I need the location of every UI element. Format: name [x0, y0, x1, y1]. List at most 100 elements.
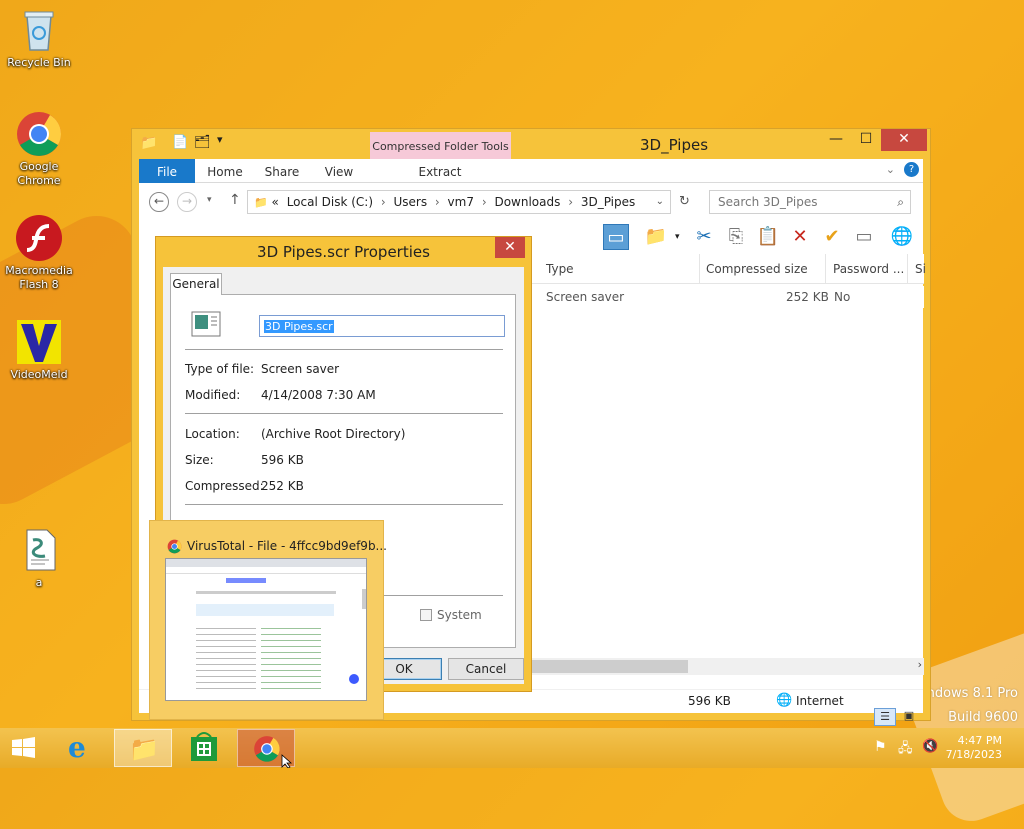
windows-watermark-build: Build 9600 [948, 710, 1018, 725]
forward-arrow-icon[interactable]: → [177, 192, 197, 212]
screensaver-file-icon [191, 311, 221, 337]
recent-locations-icon[interactable]: ▾ [207, 195, 212, 205]
details-view-icon[interactable]: ☰ [874, 708, 896, 726]
dialog-close-button[interactable]: ✕ [495, 237, 525, 258]
rename-icon[interactable]: ▭ [851, 224, 877, 250]
system-checkbox-label: System [437, 608, 482, 622]
thumbnail-page-preview[interactable] [165, 558, 367, 701]
system-checkbox[interactable] [420, 609, 432, 621]
folder-options-dropdown-icon[interactable]: ▾ [675, 232, 680, 242]
status-zone: Internet [796, 694, 844, 708]
tab-general[interactable]: General [170, 273, 222, 295]
desktop-icon-label: Google Chrome [17, 160, 61, 187]
tab-extract[interactable]: Extract [377, 159, 503, 183]
tab-home[interactable]: Home [201, 159, 249, 183]
minimize-button[interactable]: — [821, 129, 851, 151]
properties-quick-icon[interactable]: 📄 [172, 135, 188, 150]
search-input[interactable]: Search 3D_Pipes ⌕ [709, 190, 911, 214]
address-overflow[interactable]: « [272, 195, 279, 209]
desktop-icon-google-chrome[interactable]: Google Chrome [3, 110, 75, 188]
chrome-icon [254, 736, 293, 769]
ribbon-expand-icon[interactable]: ⌄ [886, 163, 895, 176]
address-bar[interactable]: 📁 « Local Disk (C:) › Users › vm7 › Down… [247, 190, 671, 214]
desktop-icon-videomeld[interactable]: VideoMeld [3, 318, 75, 382]
scrollbar-thumb[interactable] [532, 660, 688, 673]
context-tab-compressed-folder-tools: Compressed Folder Tools [370, 132, 511, 159]
value-type-of-file: Screen saver [261, 362, 340, 376]
recycle-bin-icon [15, 6, 63, 54]
breadcrumb-vm7[interactable]: vm7 [448, 195, 474, 209]
column-size[interactable]: Si [915, 262, 926, 276]
file-explorer-icon: 📁 [129, 735, 159, 763]
back-arrow-icon[interactable]: ← [149, 192, 169, 212]
volume-muted-icon[interactable]: 🔇 [922, 739, 938, 754]
taskbar-thumbnail-preview[interactable]: VirusTotal - File - 4ffcc9bd9ef9b... [149, 520, 387, 720]
explorer-titlebar[interactable]: 📁 📄 🗂 ▾ Compressed Folder Tools 3D_Pipes… [132, 129, 930, 159]
large-icons-view-icon[interactable]: ▣ [899, 708, 919, 726]
tab-share[interactable]: Share [259, 159, 305, 183]
desktop-icon-label: Macromedia Flash 8 [5, 264, 73, 291]
help-icon[interactable]: ? [904, 162, 919, 177]
scroll-right-icon[interactable]: › [918, 658, 922, 671]
taskbar-internet-explorer[interactable]: e [54, 729, 112, 767]
column-compressed-size[interactable]: Compressed size [706, 262, 808, 276]
breadcrumb-3d-pipes[interactable]: 3D_Pipes [581, 195, 635, 209]
clock-time: 4:47 PM [957, 734, 1002, 747]
preview-pane-icon[interactable]: ▭ [603, 224, 629, 250]
delete-icon[interactable]: ✕ [787, 224, 813, 250]
taskbar-google-chrome[interactable] [237, 729, 295, 769]
close-button[interactable]: ✕ [881, 129, 927, 151]
status-size: 596 KB [688, 694, 731, 708]
desktop-icon-label: VideoMeld [10, 368, 68, 381]
folder-options-icon[interactable]: 📁 [643, 224, 669, 250]
tab-view[interactable]: View [317, 159, 361, 183]
breadcrumb-users[interactable]: Users [393, 195, 427, 209]
network-icon[interactable]: 🖧 [898, 739, 913, 761]
address-dropdown-icon[interactable]: ⌄ [656, 191, 664, 213]
preview-banner [196, 604, 334, 616]
value-size: 596 KB [261, 453, 304, 467]
internet-explorer-icon: e [68, 731, 86, 764]
taskbar-file-explorer[interactable]: 📁 [114, 729, 172, 767]
new-folder-quick-icon[interactable]: 🗂 [194, 135, 211, 150]
table-row[interactable]: Screen saver 252 KB No [532, 286, 924, 308]
up-arrow-icon[interactable]: ↑ [229, 192, 241, 208]
checkmark-icon[interactable]: ✔ [819, 224, 845, 250]
breadcrumb-local-disk[interactable]: Local Disk (C:) [287, 195, 373, 209]
column-headers: Type Compressed size Password ... Si [532, 254, 926, 284]
desktop-icon-label: Recycle Bin [7, 56, 71, 69]
paste-icon[interactable]: 📋 [755, 224, 781, 250]
column-divider [907, 254, 908, 284]
preview-logo [226, 578, 266, 583]
script-file-icon [15, 526, 63, 574]
column-password[interactable]: Password ... [833, 262, 904, 276]
action-center-flag-icon[interactable]: ⚑ [874, 739, 887, 755]
refresh-icon[interactable]: ↻ [679, 194, 690, 209]
extract-globe-icon[interactable]: 🌐 [889, 224, 915, 250]
cancel-button[interactable]: Cancel [448, 658, 524, 680]
quick-access-dropdown-icon[interactable]: ▾ [217, 133, 223, 146]
cut-icon[interactable]: ✂ [691, 224, 717, 250]
taskbar-clock[interactable]: 4:47 PM 7/18/2023 [946, 734, 1002, 762]
preview-tabstrip [166, 559, 366, 567]
start-button[interactable] [0, 729, 48, 767]
horizontal-scrollbar[interactable]: › [532, 658, 924, 675]
breadcrumb-separator: › [568, 195, 573, 209]
filename-input[interactable]: 3D Pipes.scr [259, 315, 505, 337]
taskbar-store[interactable] [175, 729, 233, 767]
column-type[interactable]: Type [546, 262, 574, 276]
label-type-of-file: Type of file: [185, 362, 255, 376]
breadcrumb-downloads[interactable]: Downloads [494, 195, 560, 209]
dialog-title: 3D Pipes.scr Properties [257, 243, 430, 261]
tab-file[interactable]: File [139, 159, 195, 183]
desktop-icon-recycle-bin[interactable]: Recycle Bin [3, 6, 75, 70]
column-divider [825, 254, 826, 284]
copy-icon[interactable]: ⎘ [723, 224, 749, 250]
separator [185, 504, 503, 505]
store-icon [191, 732, 217, 761]
preview-scrollbar [362, 589, 366, 609]
desktop-icon-a[interactable]: a [3, 526, 75, 590]
desktop-icon-macromedia-flash[interactable]: Macromedia Flash 8 [3, 214, 75, 292]
maximize-button[interactable]: ☐ [851, 129, 881, 151]
breadcrumb-separator: › [434, 195, 440, 209]
